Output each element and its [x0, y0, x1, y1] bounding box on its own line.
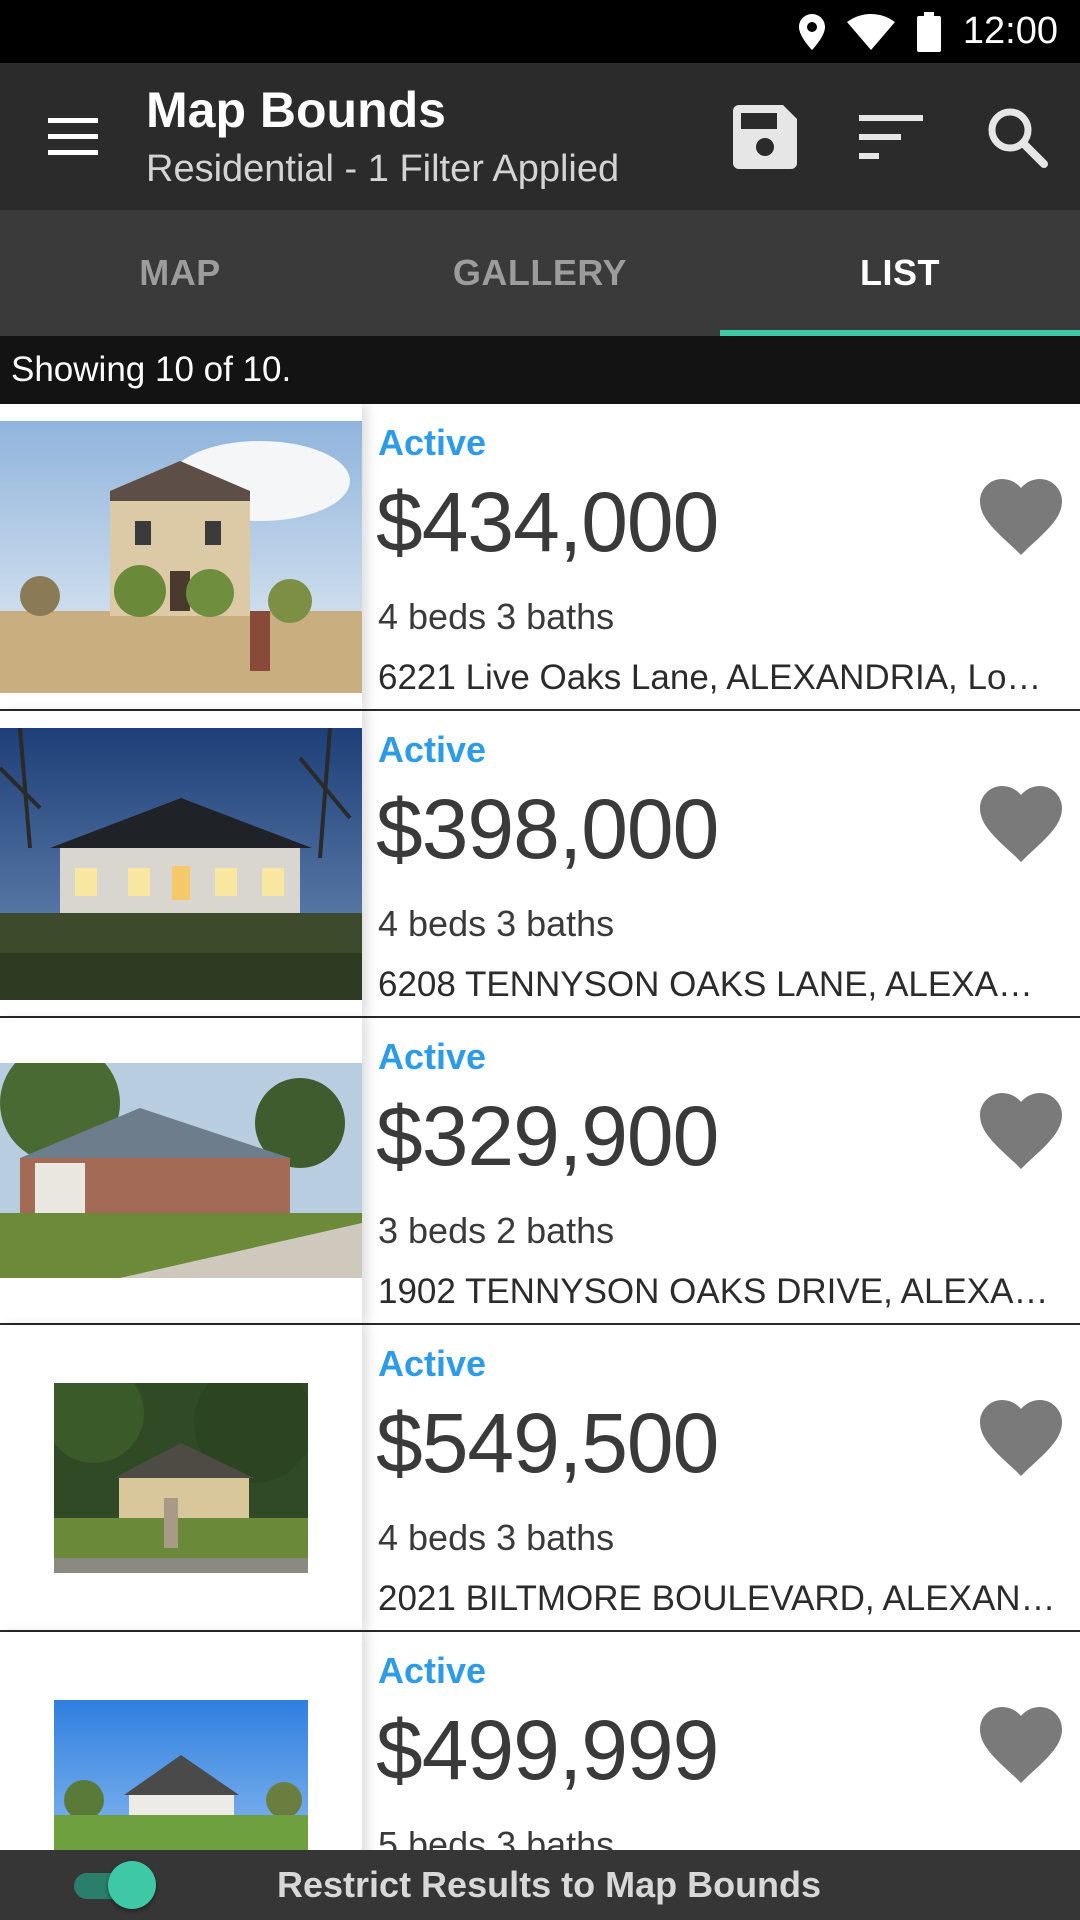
listing-status: Active	[378, 729, 487, 770]
listing-info: Active $398,000 4 beds 3 baths 6208 TENN…	[362, 711, 1080, 1016]
listing-status: Active	[378, 422, 487, 463]
app-bar: Map Bounds Residential - 1 Filter Applie…	[0, 63, 1080, 210]
tab-map[interactable]: MAP	[0, 210, 360, 336]
listing-row[interactable]: Active $398,000 4 beds 3 baths 6208 TENN…	[0, 711, 1080, 1018]
favorite-heart-icon[interactable]	[980, 783, 1062, 865]
listing-beds-baths: 3 beds 2 baths	[378, 1210, 615, 1251]
tab-gallery[interactable]: GALLERY	[360, 210, 720, 336]
wifi-icon	[846, 13, 895, 50]
listing-price: $329,900	[376, 1089, 719, 1183]
listing-list[interactable]: Active $434,000 4 beds 3 baths 6221 Live…	[0, 404, 1080, 1850]
save-icon	[733, 104, 797, 169]
listing-price: $499,999	[376, 1703, 719, 1797]
map-bounds-toggle[interactable]	[70, 1861, 158, 1909]
listing-status: Active	[378, 1650, 487, 1691]
listing-price: $398,000	[376, 782, 719, 876]
favorite-heart-icon[interactable]	[980, 476, 1062, 558]
listing-address: 6221 Live Oaks Lane, ALEXANDRIA, Lo…	[378, 658, 1042, 697]
favorite-heart-icon[interactable]	[980, 1090, 1062, 1172]
listing-photo[interactable]	[0, 404, 362, 709]
listing-info: Active $434,000 4 beds 3 baths 6221 Live…	[362, 404, 1080, 709]
listing-price: $549,500	[376, 1396, 719, 1490]
favorite-heart-icon[interactable]	[980, 1397, 1062, 1479]
favorite-heart-icon[interactable]	[980, 1704, 1062, 1786]
listing-photo[interactable]	[0, 1018, 362, 1323]
listing-row[interactable]: Active $549,500 4 beds 3 baths 2021 BILT…	[0, 1325, 1080, 1632]
bottom-bar: Restrict Results to Map Bounds	[0, 1850, 1080, 1920]
menu-icon	[48, 117, 98, 155]
listing-info: Active $329,900 3 beds 2 baths 1902 TENN…	[362, 1018, 1080, 1323]
listing-address: 6208 TENNYSON OAKS LANE, ALEXAN…	[378, 965, 1058, 1004]
sort-button[interactable]	[828, 63, 954, 210]
page-subtitle: Residential - 1 Filter Applied	[146, 147, 620, 190]
listing-beds-baths: 4 beds 3 baths	[378, 596, 615, 637]
results-count: Showing 10 of 10.	[0, 336, 1080, 404]
listing-status: Active	[378, 1036, 487, 1077]
map-bounds-label: Restrict Results to Map Bounds	[277, 1864, 822, 1905]
clock: 12:00	[962, 10, 1058, 52]
listing-status: Active	[378, 1343, 487, 1384]
listing-row[interactable]: Active $329,900 3 beds 2 baths 1902 TENN…	[0, 1018, 1080, 1325]
listing-info: Active $499,999 5 beds 3 baths	[362, 1632, 1080, 1850]
location-icon	[798, 13, 825, 50]
listing-beds-baths: 4 beds 3 baths	[378, 903, 615, 944]
save-search-button[interactable]	[702, 63, 828, 210]
toggle-knob	[108, 1861, 156, 1909]
listing-info: Active $549,500 4 beds 3 baths 2021 BILT…	[362, 1325, 1080, 1630]
listing-row[interactable]: Active $434,000 4 beds 3 baths 6221 Live…	[0, 404, 1080, 711]
battery-icon	[916, 11, 941, 52]
listing-price: $434,000	[376, 475, 719, 569]
listing-beds-baths: 5 beds 3 baths	[378, 1824, 615, 1850]
status-bar: 12:00	[0, 0, 1080, 63]
title-block: Map Bounds Residential - 1 Filter Applie…	[146, 80, 702, 194]
page-title: Map Bounds	[146, 81, 446, 138]
listing-beds-baths: 4 beds 3 baths	[378, 1517, 615, 1558]
listing-photo[interactable]	[0, 711, 362, 1016]
search-button[interactable]	[954, 63, 1080, 210]
listing-address: 2021 BILTMORE BOULEVARD, ALEXAN…	[378, 1579, 1056, 1618]
listing-photo[interactable]	[0, 1325, 362, 1630]
search-icon	[988, 108, 1048, 168]
menu-button[interactable]	[0, 63, 146, 210]
sort-icon	[859, 114, 923, 159]
listing-row[interactable]: Active $499,999 5 beds 3 baths	[0, 1632, 1080, 1850]
listing-photo[interactable]	[0, 1632, 362, 1850]
listing-address: 1902 TENNYSON OAKS DRIVE, ALEXAN…	[378, 1272, 1058, 1311]
tab-list[interactable]: LIST	[720, 210, 1080, 336]
view-tabs: MAP GALLERY LIST	[0, 210, 1080, 336]
